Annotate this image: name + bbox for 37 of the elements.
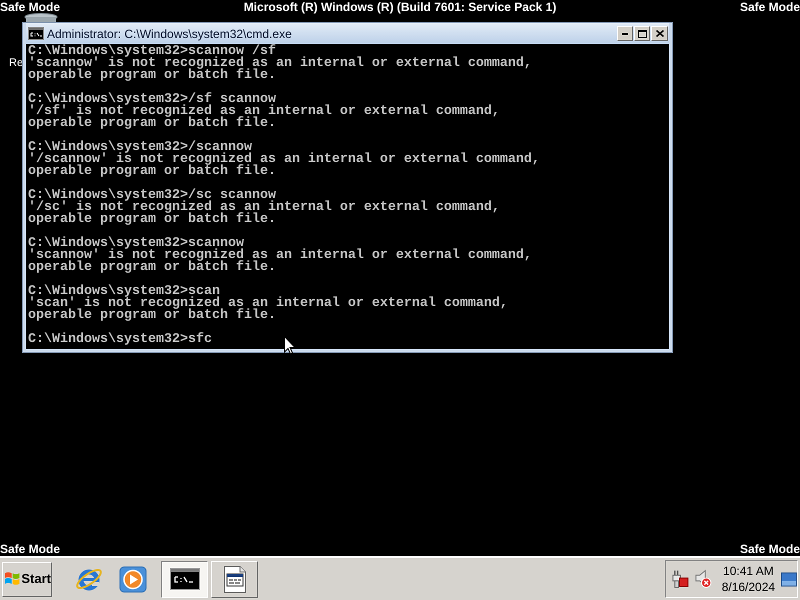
desktop-icon-label: Re	[9, 57, 24, 69]
close-button[interactable]	[651, 26, 668, 41]
close-icon	[656, 30, 664, 37]
window-title: Administrator: C:\Windows\system32\cmd.exe	[47, 26, 292, 40]
start-button[interactable]: Start	[2, 562, 52, 596]
console-icon	[170, 568, 200, 590]
windows-flag-icon	[4, 571, 20, 587]
minimize-icon	[622, 32, 628, 34]
safe-mode-label: Safe Mode	[740, 542, 800, 556]
command-line: C:\Windows\system32>scan	[28, 286, 220, 298]
show-desktop-icon[interactable]	[781, 572, 797, 586]
command-line: C:\Windows\system32>sfc	[28, 334, 212, 346]
maximize-button[interactable]	[634, 26, 650, 41]
error-message-line: operable program or batch file.	[28, 262, 276, 274]
maximize-icon	[638, 30, 646, 38]
os-build-label: Microsoft (R) Windows (R) (Build 7601: Service Pack 1)	[244, 0, 556, 14]
error-message-line: operable program or batch file.	[28, 310, 276, 322]
command-line: C:\Windows\system32>scannow	[28, 238, 244, 250]
plug-icon[interactable]	[672, 569, 689, 589]
error-message-line: operable program or batch file.	[28, 70, 276, 82]
error-message-line: operable program or batch file.	[28, 166, 276, 178]
speaker-icon[interactable]	[694, 569, 712, 589]
file-icon	[224, 566, 246, 592]
command-line: C:\Windows\system32>scannow /sf	[28, 46, 276, 58]
media-player-icon[interactable]	[118, 564, 148, 594]
console-icon	[28, 27, 44, 40]
safe-mode-label: Safe Mode	[0, 0, 60, 14]
safe-mode-label: Safe Mode	[0, 542, 60, 556]
error-message-line: operable program or batch file.	[28, 118, 276, 130]
minimize-button[interactable]	[617, 26, 633, 41]
command-line: C:\Windows\system32>/scannow	[28, 142, 252, 154]
recycle-bin-icon	[24, 13, 58, 22]
clock-date: 8/16/2024	[722, 579, 776, 595]
safe-mode-label: Safe Mode	[740, 0, 800, 14]
error-message-line: operable program or batch file.	[28, 214, 276, 226]
clock-time: 10:41 AM	[723, 563, 774, 579]
taskbar-button[interactable]	[161, 560, 208, 598]
